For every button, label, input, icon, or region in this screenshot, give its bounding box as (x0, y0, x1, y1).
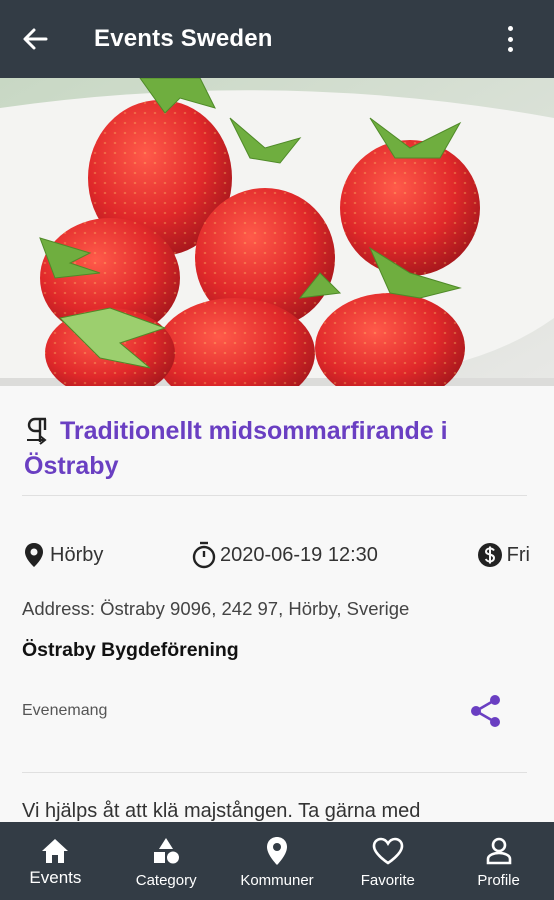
datetime-label: 2020-06-19 12:30 (220, 543, 378, 566)
more-options-button[interactable] (506, 26, 514, 52)
person-icon (486, 837, 511, 865)
home-icon (42, 839, 69, 863)
nav-kommuner[interactable]: Kommuner (222, 822, 333, 900)
nav-favorite[interactable]: Favorite (332, 822, 443, 900)
event-title-line1: Traditionellt midsommarfirande i (60, 417, 448, 445)
app-bar: Events Sweden (0, 0, 554, 78)
municipality-label: Hörby (50, 543, 104, 566)
category-label: Evenemang (22, 702, 108, 719)
event-info-row: Hörby 2020-06-19 12:30 Fri (24, 538, 530, 572)
nav-events-label: Events (29, 868, 82, 887)
nav-category[interactable]: Category (111, 822, 222, 900)
back-button[interactable] (18, 22, 52, 56)
organizer-name: Östraby Bygdeförening (22, 639, 239, 661)
price-info: Fri (477, 542, 530, 568)
dollar-circle-icon (477, 543, 502, 567)
share-icon (471, 695, 500, 727)
municipality-info[interactable]: Hörby (24, 542, 103, 568)
datetime-info: 2020-06-19 12:30 (191, 541, 378, 569)
map-pin-icon (25, 543, 43, 567)
arrow-left-icon (23, 28, 48, 50)
timer-icon (192, 541, 216, 569)
event-image (0, 78, 554, 386)
event-title-line2: Östraby (24, 452, 119, 480)
nav-favorite-label: Favorite (360, 872, 415, 889)
strawberries-image (0, 78, 554, 386)
nav-kommuner-label: Kommuner (240, 872, 314, 889)
shapes-icon (154, 838, 180, 864)
address-text: Address: Östraby 9096, 242 97, Hörby, Sv… (22, 598, 410, 619)
heart-icon (372, 837, 404, 865)
app-screen: Events Sweden Traditionellt midsommarfir… (0, 0, 554, 900)
share-button[interactable] (470, 694, 502, 728)
nav-profile[interactable]: Profile (443, 822, 554, 900)
more-vertical-icon (507, 26, 513, 31)
divider (22, 772, 527, 773)
event-description: Vi hjälps åt att klä majstången. Ta gärn… (22, 800, 421, 822)
bottom-navigation: Events Category Kommuner Favorite Profil… (0, 822, 554, 900)
nav-events[interactable]: Events (0, 822, 111, 900)
nav-profile-label: Profile (477, 872, 520, 889)
price-label: Fri (506, 543, 530, 566)
event-title: Traditionellt midsommarfirande i Östraby (24, 414, 448, 484)
map-pin-icon (266, 837, 287, 865)
divider (22, 495, 527, 496)
nav-category-label: Category (135, 872, 197, 889)
event-title-row: Traditionellt midsommarfirande i Östraby (24, 414, 514, 484)
event-details: Traditionellt midsommarfirande i Östraby… (0, 386, 554, 822)
app-title: Events Sweden (94, 25, 273, 52)
